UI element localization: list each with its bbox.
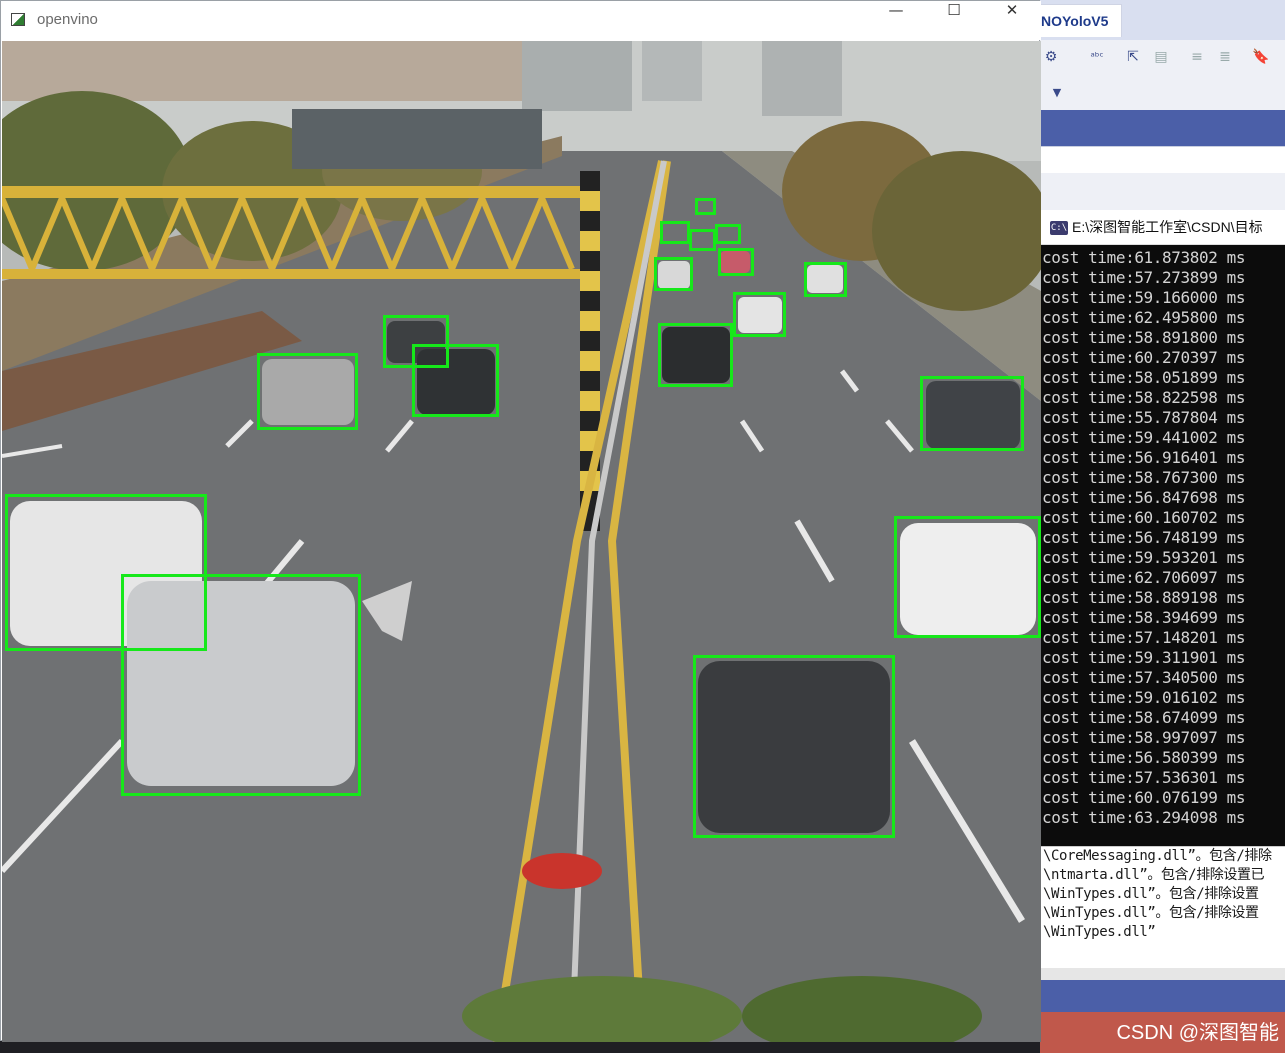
app-icon bbox=[11, 13, 25, 26]
console-line: cost time:62.706097 ms bbox=[1042, 568, 1246, 587]
close-button[interactable]: ✕ bbox=[983, 1, 1041, 40]
detection-box bbox=[693, 655, 895, 838]
console-line: cost time:61.873802 ms bbox=[1042, 248, 1246, 267]
console-line: cost time:59.166000 ms bbox=[1042, 288, 1246, 307]
output-line: \CoreMessaging.dll”。包含/排除 bbox=[1043, 848, 1272, 864]
console-line: cost time:56.916401 ms bbox=[1042, 448, 1246, 467]
detection-box bbox=[894, 516, 1041, 638]
detection-box bbox=[695, 198, 716, 215]
watermark: CSDN @深图智能 bbox=[1116, 1022, 1279, 1044]
console-output: cost time:61.873802 ms cost time:57.27389… bbox=[1042, 248, 1285, 828]
console-title: E:\深图智能工作室\CSDN\目标 bbox=[1072, 219, 1263, 235]
indent-icon[interactable]: ≡ bbox=[1188, 48, 1206, 66]
bookmark-icon[interactable]: 🔖 bbox=[1252, 48, 1270, 66]
console-line: cost time:59.441002 ms bbox=[1042, 428, 1246, 447]
output-pane: \CoreMessaging.dll”。包含/排除 \ntmarta.dll”。包… bbox=[1040, 846, 1285, 969]
maximize-button[interactable]: ☐ bbox=[925, 1, 983, 40]
spellcheck-icon[interactable]: ᵃᵇᶜ bbox=[1088, 48, 1106, 66]
console-line: cost time:58.889198 ms bbox=[1042, 588, 1246, 607]
dropdown-icon[interactable]: ▼ bbox=[1048, 84, 1066, 102]
console-line: cost time:60.270397 ms bbox=[1042, 348, 1246, 367]
ide-navigation-field[interactable] bbox=[1040, 146, 1285, 174]
console-line: cost time:58.891800 ms bbox=[1042, 328, 1246, 347]
detection-box bbox=[658, 323, 733, 387]
console-line: cost time:56.748199 ms bbox=[1042, 528, 1246, 547]
detection-box bbox=[412, 344, 499, 417]
cursor-icon[interactable]: ⇱ bbox=[1124, 48, 1142, 66]
window-titlebar[interactable]: openvino — ☐ ✕ bbox=[1, 1, 1041, 40]
console-window: C:\ E:\深图智能工作室\CSDN\目标 cost time:61.87380… bbox=[1040, 210, 1285, 850]
output-line: \ntmarta.dll”。包含/排除设置已 bbox=[1043, 867, 1265, 883]
console-line: cost time:58.997097 ms bbox=[1042, 728, 1246, 747]
output-line: \WinTypes.dll”。包含/排除设置 bbox=[1043, 905, 1259, 921]
minimize-button[interactable]: — bbox=[867, 1, 925, 40]
detection-box bbox=[654, 257, 693, 291]
detection-box bbox=[920, 376, 1024, 451]
console-line: cost time:57.148201 ms bbox=[1042, 628, 1246, 647]
console-line: cost time:57.273899 ms bbox=[1042, 268, 1246, 287]
detection-box bbox=[660, 221, 690, 244]
console-line: cost time:56.580399 ms bbox=[1042, 748, 1246, 767]
ide-toolbar: ⚙ ᵃᵇᶜ ⇱ ▤ ≡ ≣ 🔖 ▼ bbox=[1040, 40, 1285, 110]
console-line: cost time:57.340500 ms bbox=[1042, 668, 1246, 687]
console-line: cost time:63.294098 ms bbox=[1042, 808, 1246, 827]
console-line: cost time:62.495800 ms bbox=[1042, 308, 1246, 327]
ide-document-tab[interactable]: NOYoloV5 bbox=[1040, 4, 1122, 37]
ide-panel bbox=[1040, 173, 1285, 209]
console-line: cost time:58.767300 ms bbox=[1042, 468, 1246, 487]
detection-box bbox=[121, 574, 361, 796]
window-title: openvino bbox=[37, 11, 98, 28]
detection-box bbox=[733, 292, 786, 337]
openvino-window: openvino — ☐ ✕ bbox=[0, 0, 1041, 1042]
console-line: cost time:60.160702 ms bbox=[1042, 508, 1246, 527]
detection-box bbox=[689, 229, 716, 251]
console-line: cost time:60.076199 ms bbox=[1042, 788, 1246, 807]
console-line: cost time:55.787804 ms bbox=[1042, 408, 1246, 427]
ide-header-band bbox=[1040, 110, 1285, 146]
detection-box bbox=[804, 262, 847, 297]
console-app-icon: C:\ bbox=[1050, 221, 1068, 236]
console-line: cost time:59.016102 ms bbox=[1042, 688, 1246, 707]
console-line: cost time:58.674099 ms bbox=[1042, 708, 1246, 727]
output-line: \WinTypes.dll” bbox=[1043, 924, 1156, 940]
console-line: cost time:58.394699 ms bbox=[1042, 608, 1246, 627]
ide-bottom-band bbox=[1040, 980, 1285, 1012]
detection-box bbox=[257, 353, 358, 430]
settings-icon[interactable]: ⚙ bbox=[1042, 48, 1060, 66]
console-line: cost time:59.311901 ms bbox=[1042, 648, 1246, 667]
output-line: \WinTypes.dll”。包含/排除设置 bbox=[1043, 886, 1259, 902]
console-line: cost time:58.822598 ms bbox=[1042, 388, 1246, 407]
console-line: cost time:57.536301 ms bbox=[1042, 768, 1246, 787]
console-line: cost time:58.051899 ms bbox=[1042, 368, 1246, 387]
detection-box bbox=[715, 224, 741, 244]
detection-box bbox=[718, 248, 754, 276]
console-line: cost time:59.593201 ms bbox=[1042, 548, 1246, 567]
video-frame bbox=[2, 41, 1041, 1042]
taskbar bbox=[0, 1041, 1040, 1053]
document-icon[interactable]: ▤ bbox=[1152, 48, 1170, 66]
console-line: cost time:56.847698 ms bbox=[1042, 488, 1246, 507]
console-titlebar[interactable]: C:\ E:\深图智能工作室\CSDN\目标 bbox=[1040, 210, 1285, 245]
outdent-icon[interactable]: ≣ bbox=[1216, 48, 1234, 66]
output-scrollbar[interactable] bbox=[1040, 968, 1285, 980]
